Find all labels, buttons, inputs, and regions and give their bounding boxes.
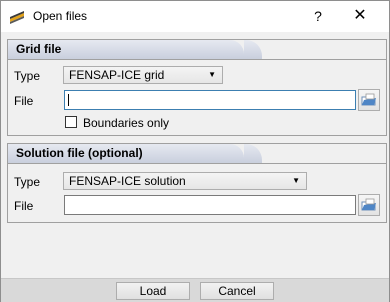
- solution-type-value: FENSAP-ICE solution: [69, 174, 186, 188]
- dropdown-arrow-icon: ▼: [292, 176, 300, 185]
- solution-file-header: Solution file (optional): [8, 144, 262, 163]
- solution-browse-button[interactable]: [358, 194, 380, 216]
- app-icon: [9, 9, 25, 25]
- solution-file-group: Solution file (optional) Type FENSAP-ICE…: [7, 143, 387, 223]
- open-files-dialog: Open files ? ✕ Grid file Type FENSAP-ICE…: [0, 0, 390, 302]
- grid-file-header: Grid file: [8, 40, 262, 59]
- text-caret: [68, 94, 69, 106]
- close-icon[interactable]: ✕: [349, 6, 371, 26]
- boundaries-only-checkbox[interactable]: [65, 116, 77, 128]
- grid-file-group: Grid file Type FENSAP-ICE grid ▼ File Bo…: [7, 39, 387, 136]
- boundaries-only-label: Boundaries only: [83, 116, 170, 130]
- grid-type-label: Type: [14, 69, 41, 83]
- grid-file-label: File: [14, 94, 34, 108]
- browse-folder-icon: [359, 198, 379, 218]
- load-button[interactable]: Load: [116, 282, 190, 300]
- grid-file-input[interactable]: [64, 90, 356, 110]
- solution-file-label: File: [14, 199, 34, 213]
- solution-type-select[interactable]: FENSAP-ICE solution ▼: [63, 172, 307, 190]
- grid-browse-button[interactable]: [358, 89, 380, 111]
- dropdown-arrow-icon: ▼: [208, 70, 216, 79]
- dialog-footer: Load Cancel: [1, 278, 389, 302]
- cancel-button[interactable]: Cancel: [200, 282, 274, 300]
- solution-file-input[interactable]: [64, 195, 356, 215]
- help-icon[interactable]: ?: [307, 6, 329, 26]
- solution-type-label: Type: [14, 175, 41, 189]
- browse-folder-icon: [359, 93, 379, 113]
- title-bar: Open files ? ✕: [1, 1, 389, 32]
- grid-type-select[interactable]: FENSAP-ICE grid ▼: [63, 66, 223, 84]
- window-title: Open files: [33, 9, 88, 23]
- grid-type-value: FENSAP-ICE grid: [69, 68, 165, 82]
